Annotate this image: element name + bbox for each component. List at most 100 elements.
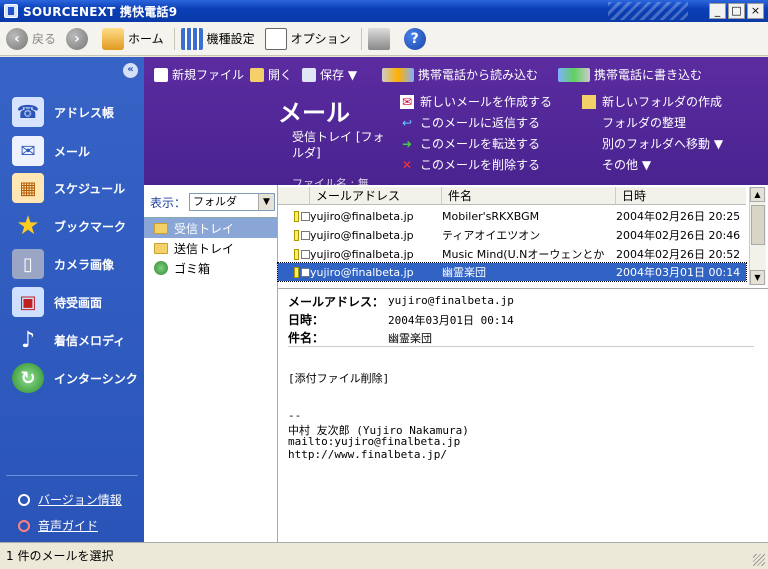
sidebar-item-label: カメラ画像	[54, 257, 115, 272]
sidebar-item-bookmark[interactable]: ★ ブックマーク	[12, 211, 126, 241]
help-icon: ?	[403, 27, 426, 50]
phone-book-icon: ☎	[12, 97, 44, 127]
address-field-label: メールアドレス：	[288, 295, 385, 309]
minimize-button[interactable]: _	[709, 3, 726, 19]
back-button[interactable]: ‹ 戻る	[6, 27, 56, 50]
subject-field-label: 件名：	[288, 331, 325, 345]
column-header-icons[interactable]	[278, 187, 310, 205]
model-settings-label: 機種設定	[206, 32, 255, 46]
info-icon	[18, 493, 30, 506]
help-button[interactable]: ?	[403, 27, 430, 50]
write-to-phone-button[interactable]: 携帯電話に書き込む	[558, 66, 702, 83]
sync-icon: ↻	[12, 363, 44, 393]
message-row-selected[interactable]: yujiro@finalbeta.jp 幽霊楽団 2004年03月01日 00:…	[277, 262, 747, 282]
sidebar-divider	[6, 475, 138, 476]
view-label: 表示：	[150, 195, 187, 210]
voice-guide-link[interactable]: 音声ガイド	[18, 517, 98, 534]
row-date: 2004年03月01日 00:14	[616, 266, 741, 279]
envelope-icon	[301, 211, 310, 221]
attachment-icon	[294, 229, 300, 241]
window-controls: _ □ ×	[709, 3, 764, 19]
organize-folders-link[interactable]: フォルダの整理	[602, 114, 686, 131]
sidebar-item-camera-images[interactable]: ▯ カメラ画像	[12, 249, 114, 279]
row-address: yujiro@finalbeta.jp	[310, 247, 414, 261]
column-header-subject[interactable]: 件名	[442, 187, 616, 205]
open-label: 開く	[268, 68, 293, 82]
resize-grip-icon[interactable]	[753, 554, 765, 566]
view-selector: 表示： フォルダ ▼	[150, 193, 276, 211]
delete-link[interactable]: ✕ このメールを削除する	[400, 156, 540, 173]
sidebar-item-label: ブックマーク	[54, 219, 127, 234]
forward-link[interactable]: ➜ このメールを転送する	[400, 135, 540, 152]
voice-guide-label: 音声ガイド	[38, 519, 99, 533]
forward-arrow-icon: ➜	[401, 136, 413, 151]
option-button[interactable]: ✓ オプション	[264, 27, 351, 50]
row-date: 2004年02月26日 20:52	[616, 248, 741, 261]
status-bar: 1 件のメールを選択	[0, 542, 768, 569]
collapse-sidebar-button[interactable]: «	[123, 63, 138, 78]
trash-icon	[154, 261, 168, 275]
sidebar-item-standby-screen[interactable]: ▣ 待受画面	[12, 287, 102, 317]
sidebar-item-schedule[interactable]: ▦ スケジュール	[12, 173, 125, 203]
view-select[interactable]: フォルダ ▼	[189, 193, 276, 211]
create-mail-link[interactable]: ✉ 新しいメールを作成する	[400, 93, 552, 110]
folder-trash[interactable]: ゴミ箱	[144, 258, 277, 278]
new-file-button[interactable]: 新規ファイル	[154, 66, 244, 83]
column-header-address[interactable]: メールアドレス	[310, 187, 442, 205]
reply-arrow-icon: ↩	[401, 115, 413, 130]
write-to-phone-label: 携帯電話に書き込む	[594, 68, 703, 82]
read-from-phone-icon	[382, 67, 414, 82]
forward-button[interactable]: ›	[66, 27, 92, 50]
reply-label: このメールに返信する	[420, 116, 541, 130]
save-button[interactable]: 保存 ▼	[302, 66, 357, 83]
sidebar-item-label: 待受画面	[54, 295, 103, 310]
message-row[interactable]: yujiro@finalbeta.jp Music Mind(U.Nオーウェンと…	[278, 245, 746, 263]
message-row[interactable]: yujiro@finalbeta.jp ティアオイエツオン 2004年02月26…	[278, 226, 746, 244]
subject-field-value: 幽霊楽団	[388, 332, 432, 345]
others-label: その他 ▼	[602, 158, 652, 172]
checklist-icon: ✓	[264, 27, 287, 50]
date-field-label: 日時：	[288, 313, 325, 327]
new-folder-label: 新しいフォルダの作成	[602, 95, 723, 109]
maximize-button[interactable]: □	[728, 3, 745, 19]
row-date: 2004年02月26日 20:46	[616, 229, 741, 242]
message-list: メールアドレス 件名 日時 yujiro@finalbeta.jp Mobile…	[277, 185, 768, 289]
home-label: ホーム	[128, 32, 164, 46]
row-address: yujiro@finalbeta.jp	[310, 265, 414, 279]
message-list-header: メールアドレス 件名 日時	[278, 187, 746, 205]
new-file-label: 新規ファイル	[172, 68, 245, 82]
read-from-phone-button[interactable]: 携帯電話から読み込む	[382, 66, 538, 83]
move-to-folder-dropdown[interactable]: 別のフォルダへ移動 ▼	[602, 135, 723, 152]
scroll-down-arrow-icon[interactable]: ▼	[750, 270, 765, 285]
close-button[interactable]: ×	[747, 3, 764, 19]
sidebar-item-mail[interactable]: ✉ メール	[12, 136, 90, 166]
open-button[interactable]: 開く	[250, 66, 292, 83]
sidebar-item-intersync[interactable]: ↻ インターシンク	[12, 363, 138, 393]
print-button[interactable]	[367, 27, 394, 50]
message-row[interactable]: yujiro@finalbeta.jp Mobiler'sRKXBGM 2004…	[278, 207, 746, 225]
reply-link[interactable]: ↩ このメールに返信する	[400, 114, 540, 131]
home-button[interactable]: ホーム	[102, 27, 164, 50]
folder-tree: 受信トレイ 送信トレイ ゴミ箱	[144, 217, 277, 278]
envelope-icon	[301, 249, 310, 259]
new-folder-link[interactable]: 新しいフォルダの作成	[582, 93, 722, 110]
folder-outbox[interactable]: 送信トレイ	[144, 238, 277, 258]
message-list-scrollbar[interactable]: ▲ ▼	[749, 187, 766, 285]
others-dropdown[interactable]: その他 ▼	[602, 156, 651, 173]
sidebar-item-ringtone[interactable]: ♪ 着信メロディ	[12, 325, 125, 355]
model-settings-button[interactable]: 機種設定	[180, 27, 255, 50]
forward-label: このメールを転送する	[420, 137, 541, 151]
sidebar-item-address-book[interactable]: ☎ アドレス帳	[12, 97, 114, 127]
new-mail-icon: ✉	[400, 94, 414, 109]
version-info-link[interactable]: バージョン情報	[18, 491, 122, 508]
folder-label: 受信トレイ	[174, 221, 235, 236]
scroll-up-arrow-icon[interactable]: ▲	[750, 187, 765, 202]
folder-inbox[interactable]: 受信トレイ	[144, 218, 277, 238]
save-label: 保存 ▼	[320, 68, 358, 82]
column-header-date[interactable]: 日時	[616, 187, 746, 205]
body-signature-url: http://www.finalbeta.jp/	[288, 448, 447, 461]
row-address: yujiro@finalbeta.jp	[310, 228, 414, 242]
attachment-icon	[294, 266, 300, 278]
envelope-icon	[301, 267, 310, 277]
scroll-thumb[interactable]	[751, 205, 765, 245]
